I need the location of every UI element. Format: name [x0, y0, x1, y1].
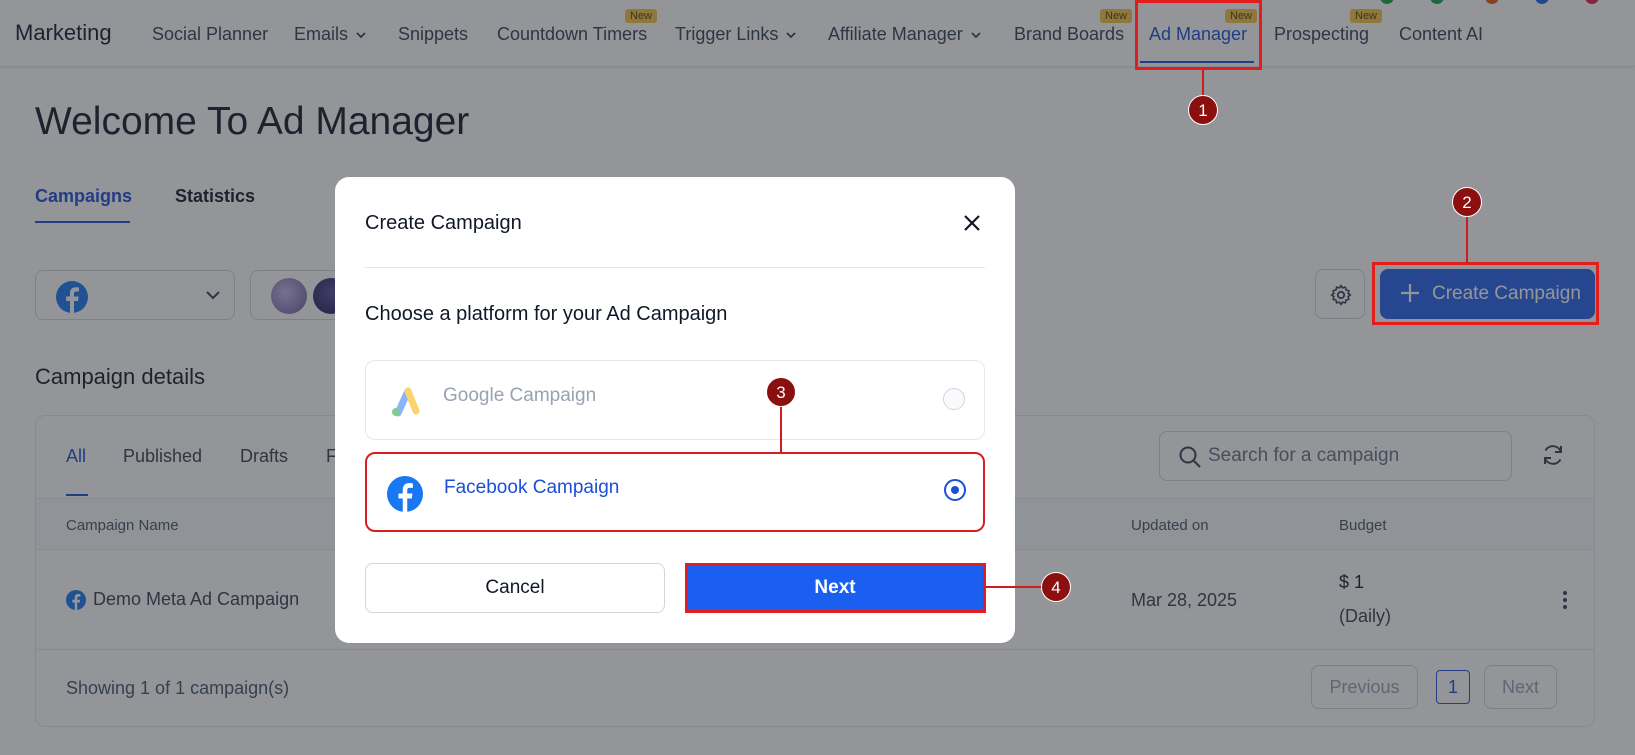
highlight-next-button	[685, 563, 986, 613]
annotation-connector	[780, 406, 782, 453]
annotation-marker-1: 1	[1188, 95, 1218, 125]
annotation-marker-3: 3	[766, 377, 796, 407]
annotation-marker-2: 2	[1452, 187, 1482, 217]
annotation-connector	[1202, 70, 1204, 95]
cancel-button[interactable]: Cancel	[365, 563, 665, 613]
annotation-marker-4: 4	[1041, 572, 1071, 602]
highlight-ad-manager	[1135, 0, 1262, 70]
modal-title: Create Campaign	[365, 212, 522, 234]
modal-subtitle: Choose a platform for your Ad Campaign	[365, 303, 728, 325]
google-campaign-label: Google Campaign	[443, 385, 597, 406]
annotation-connector	[986, 586, 1043, 588]
facebook-campaign-option[interactable]: Facebook Campaign	[365, 452, 985, 532]
close-icon[interactable]	[962, 213, 982, 233]
google-campaign-option[interactable]: Google Campaign	[365, 360, 985, 440]
annotation-connector	[1466, 216, 1468, 263]
google-ads-icon	[392, 387, 420, 417]
facebook-icon	[387, 476, 423, 512]
google-campaign-radio[interactable]	[943, 388, 965, 410]
modal-divider	[365, 267, 985, 268]
facebook-campaign-radio[interactable]	[944, 479, 966, 501]
highlight-create-campaign	[1372, 262, 1599, 325]
facebook-campaign-label: Facebook Campaign	[444, 477, 620, 498]
